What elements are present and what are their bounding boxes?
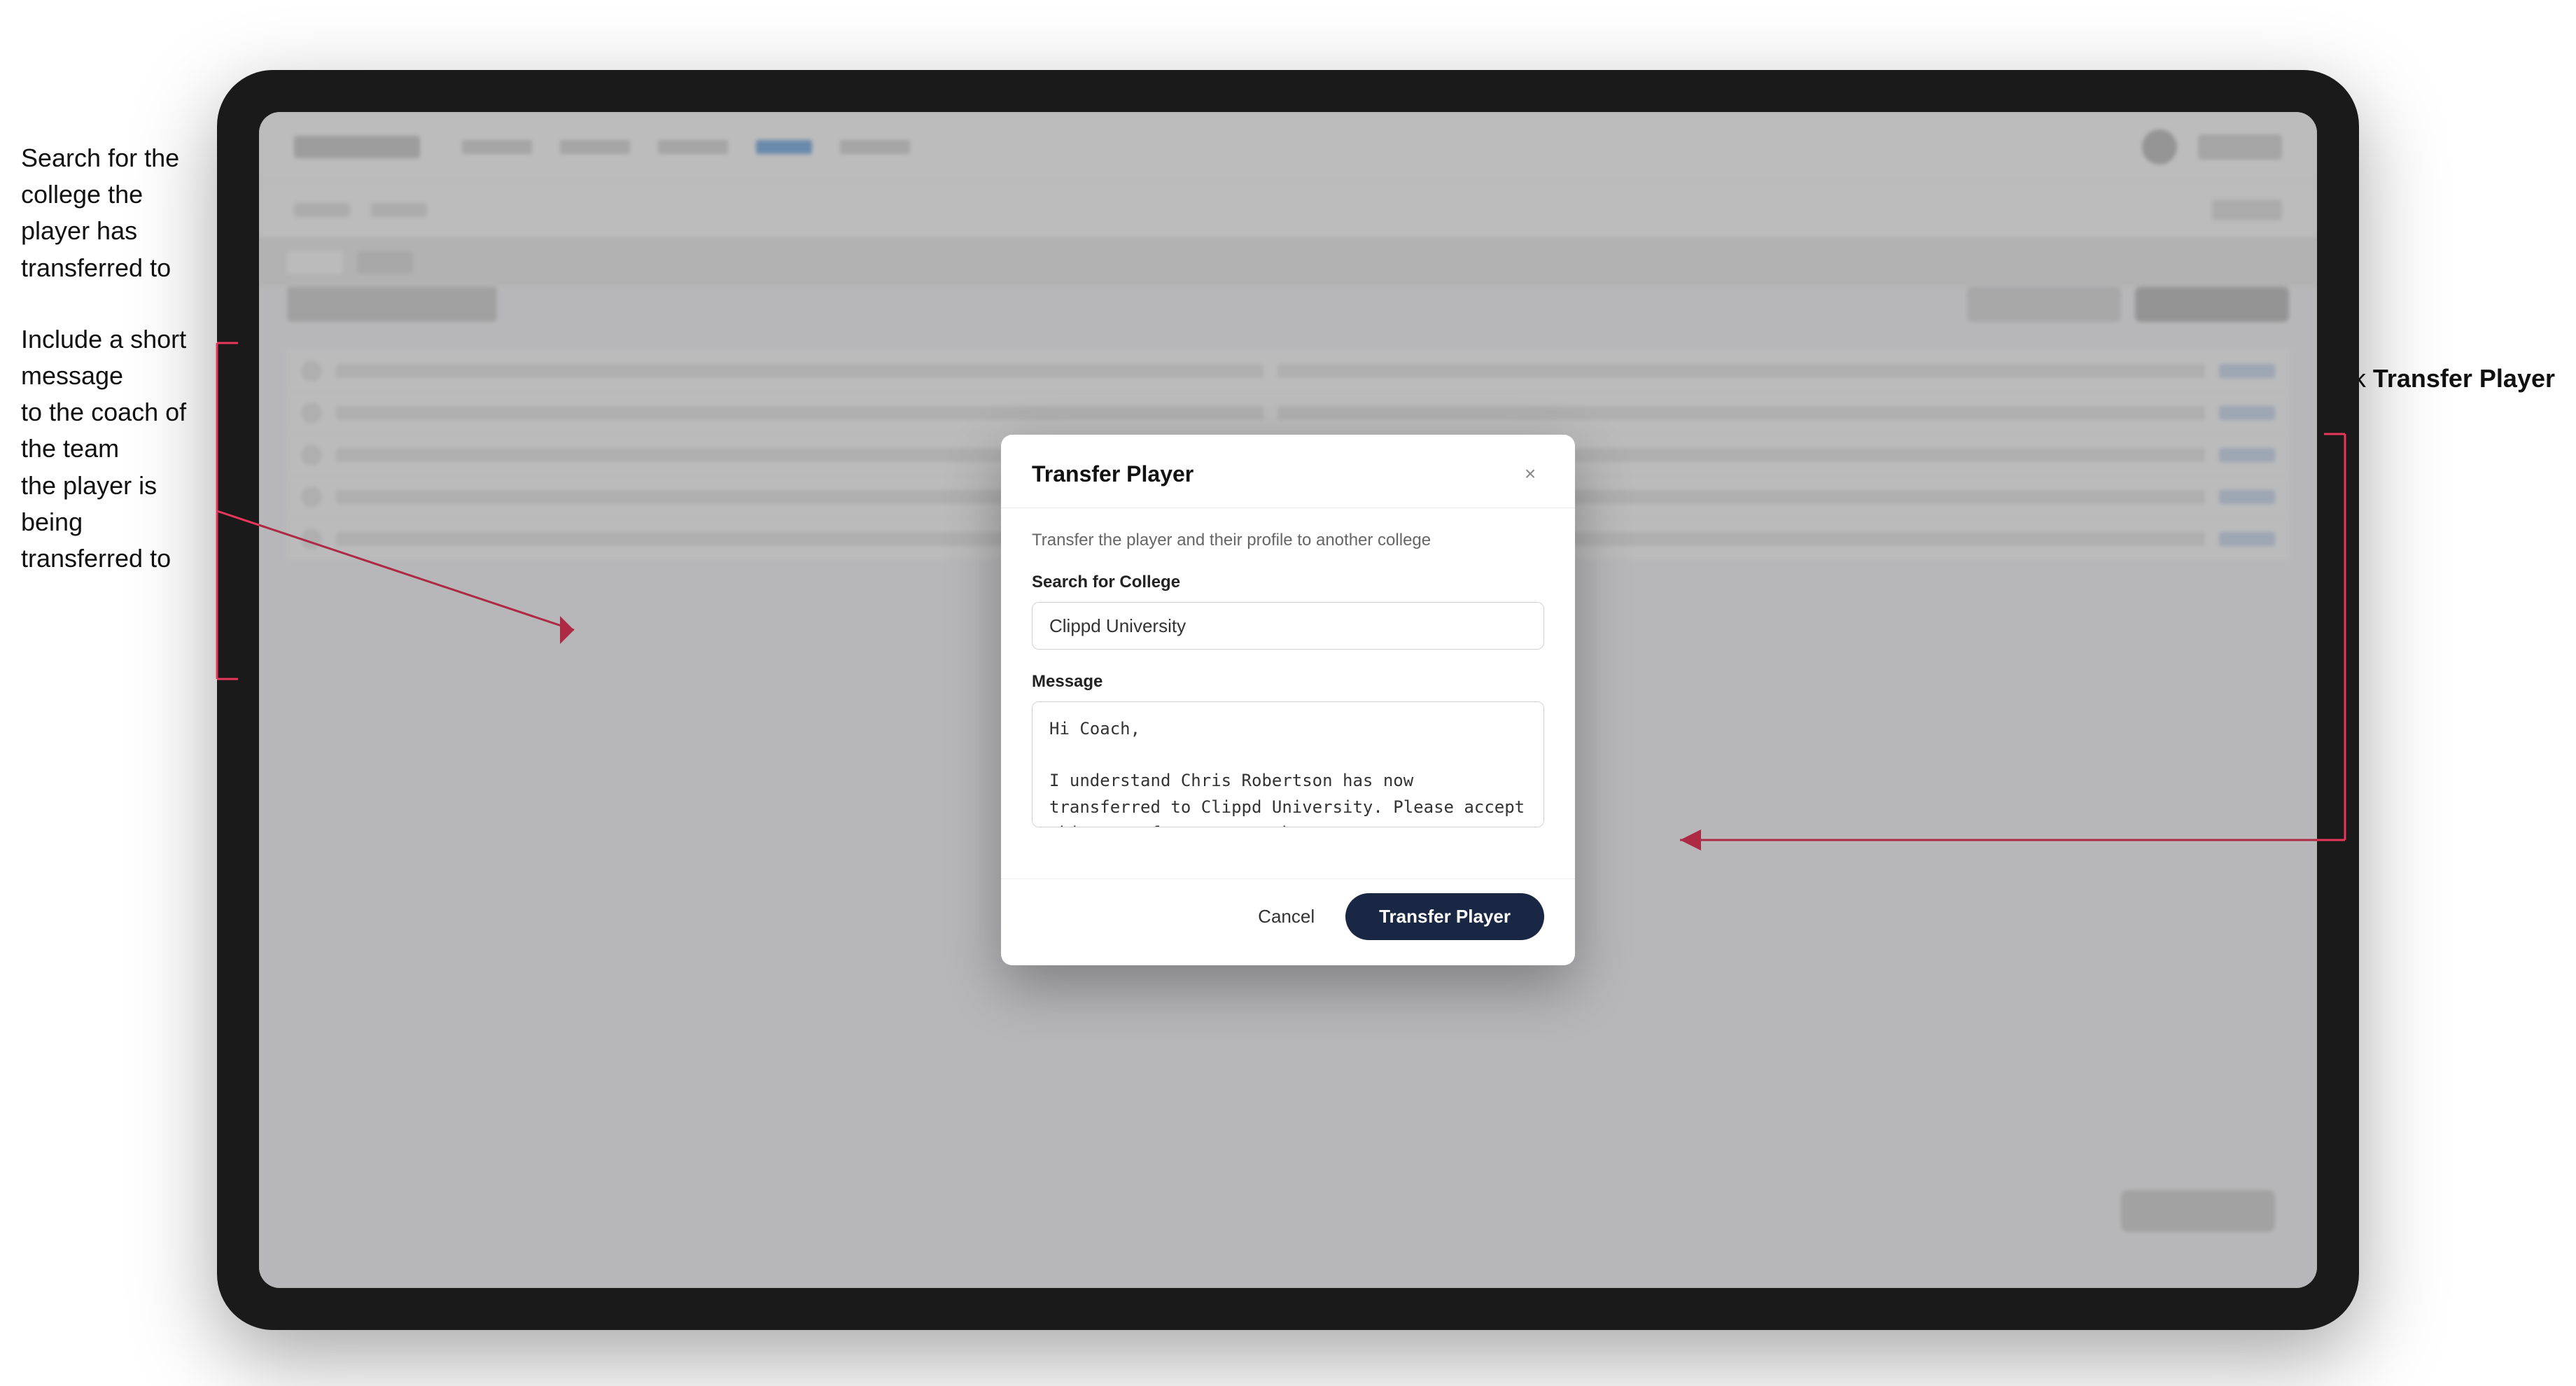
- tablet-screen: Transfer Player × Transfer the player an…: [259, 112, 2317, 1288]
- annotation-left: Search for the college the player has tr…: [21, 140, 217, 612]
- college-form-group: Search for College: [1032, 573, 1544, 650]
- modal-title: Transfer Player: [1032, 461, 1194, 487]
- message-label: Message: [1032, 672, 1544, 692]
- annotation-search-text: Search for the college the player has tr…: [21, 140, 217, 286]
- modal-overlay: Transfer Player × Transfer the player an…: [259, 112, 2317, 1288]
- annotation-message-text: Include a short messageto the coach of t…: [21, 321, 217, 577]
- modal-subtitle: Transfer the player and their profile to…: [1032, 531, 1544, 550]
- transfer-player-modal: Transfer Player × Transfer the player an…: [1001, 435, 1575, 965]
- transfer-player-button[interactable]: Transfer Player: [1345, 893, 1544, 940]
- college-label: Search for College: [1032, 573, 1544, 592]
- cancel-button[interactable]: Cancel: [1244, 897, 1329, 936]
- modal-footer: Cancel Transfer Player: [1001, 878, 1575, 965]
- message-form-group: Message Hi Coach, I understand Chris Rob…: [1032, 672, 1544, 831]
- modal-close-button[interactable]: ×: [1516, 460, 1544, 488]
- modal-header: Transfer Player ×: [1001, 435, 1575, 508]
- message-textarea[interactable]: Hi Coach, I understand Chris Robertson h…: [1032, 701, 1544, 827]
- annotation-transfer-bold: Transfer Player: [2373, 364, 2555, 393]
- college-search-input[interactable]: [1032, 602, 1544, 650]
- tablet-frame: Transfer Player × Transfer the player an…: [217, 70, 2359, 1330]
- modal-body: Transfer the player and their profile to…: [1001, 508, 1575, 878]
